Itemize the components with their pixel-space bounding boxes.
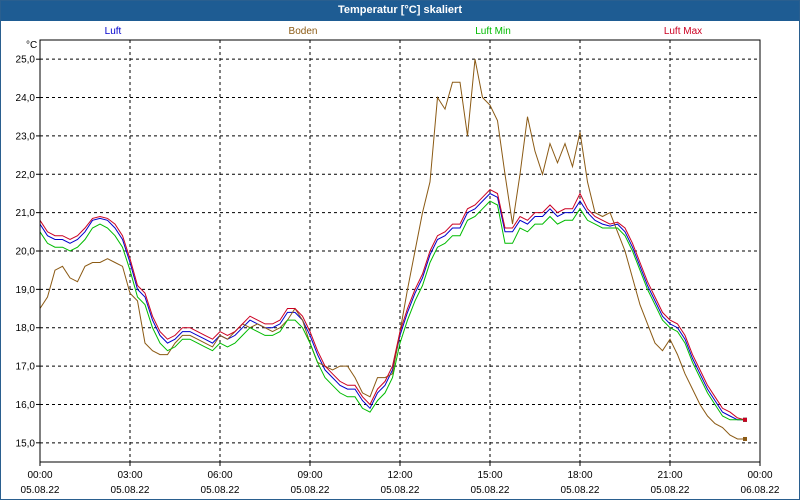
series-line-luft-min xyxy=(39,200,745,421)
legend-entry-luft: Luft xyxy=(105,26,122,37)
x-tick-time: 18:00 xyxy=(567,470,592,481)
y-axis-label: °C xyxy=(26,40,37,51)
x-tick-date: 05.08.22 xyxy=(471,485,510,496)
y-tick-label: 23,0 xyxy=(16,131,36,142)
y-axis: 15,0 16,0 17,0 18,0 19,0 20,0 21,0 22,0 23,0 24,0… xyxy=(16,55,40,449)
series-line-boden xyxy=(39,59,745,440)
x-tick-time: 21:00 xyxy=(657,470,682,481)
legend: Luft Boden Luft Min Luft Max xyxy=(105,26,703,37)
grid xyxy=(40,40,760,462)
x-tick-date: 05.08.22 xyxy=(651,485,690,496)
x-tick-time: 15:00 xyxy=(477,470,502,481)
series-line-luft-max xyxy=(39,188,746,421)
x-tick-time: 12:00 xyxy=(387,470,412,481)
y-tick-label: 25,0 xyxy=(16,55,36,66)
y-tick-label: 21,0 xyxy=(16,208,36,219)
y-tick-label: 20,0 xyxy=(16,247,36,258)
chart-canvas: 15,0 16,0 17,0 18,0 19,0 20,0 21,0 22,0 23,0 24,0… xyxy=(16,26,780,496)
x-axis: 00:00 05.08.22 03:00 05.08.22 06:00 05.08.22 0… xyxy=(21,462,780,496)
series-end-marker xyxy=(743,417,747,422)
y-tick-label: 18,0 xyxy=(16,323,36,334)
legend-entry-luft-min: Luft Min xyxy=(475,26,511,37)
y-tick-label: 24,0 xyxy=(16,93,36,104)
x-tick-time: 06:00 xyxy=(207,470,232,481)
series-lines xyxy=(39,59,747,441)
x-tick-date: 06.08.22 xyxy=(741,485,780,496)
y-tick-label: 22,0 xyxy=(16,170,36,181)
x-tick-date: 05.08.22 xyxy=(561,485,600,496)
y-tick-label: 15,0 xyxy=(16,438,36,449)
y-tick-label: 16,0 xyxy=(16,400,36,411)
y-tick-label: 19,0 xyxy=(16,285,36,296)
x-tick-date: 05.08.22 xyxy=(111,485,150,496)
series-end-marker xyxy=(743,436,747,441)
x-tick-date: 05.08.22 xyxy=(201,485,240,496)
x-tick-time: 03:00 xyxy=(117,470,142,481)
x-tick-date: 05.08.22 xyxy=(291,485,330,496)
y-tick-label: 17,0 xyxy=(16,362,36,373)
x-tick-time: 09:00 xyxy=(297,470,322,481)
legend-entry-boden: Boden xyxy=(289,26,318,37)
legend-entry-luft-max: Luft Max xyxy=(664,26,702,37)
x-tick-time: 00:00 xyxy=(747,470,772,481)
x-tick-time: 00:00 xyxy=(27,470,52,481)
x-tick-date: 05.08.22 xyxy=(381,485,420,496)
x-tick-date: 05.08.22 xyxy=(21,485,60,496)
